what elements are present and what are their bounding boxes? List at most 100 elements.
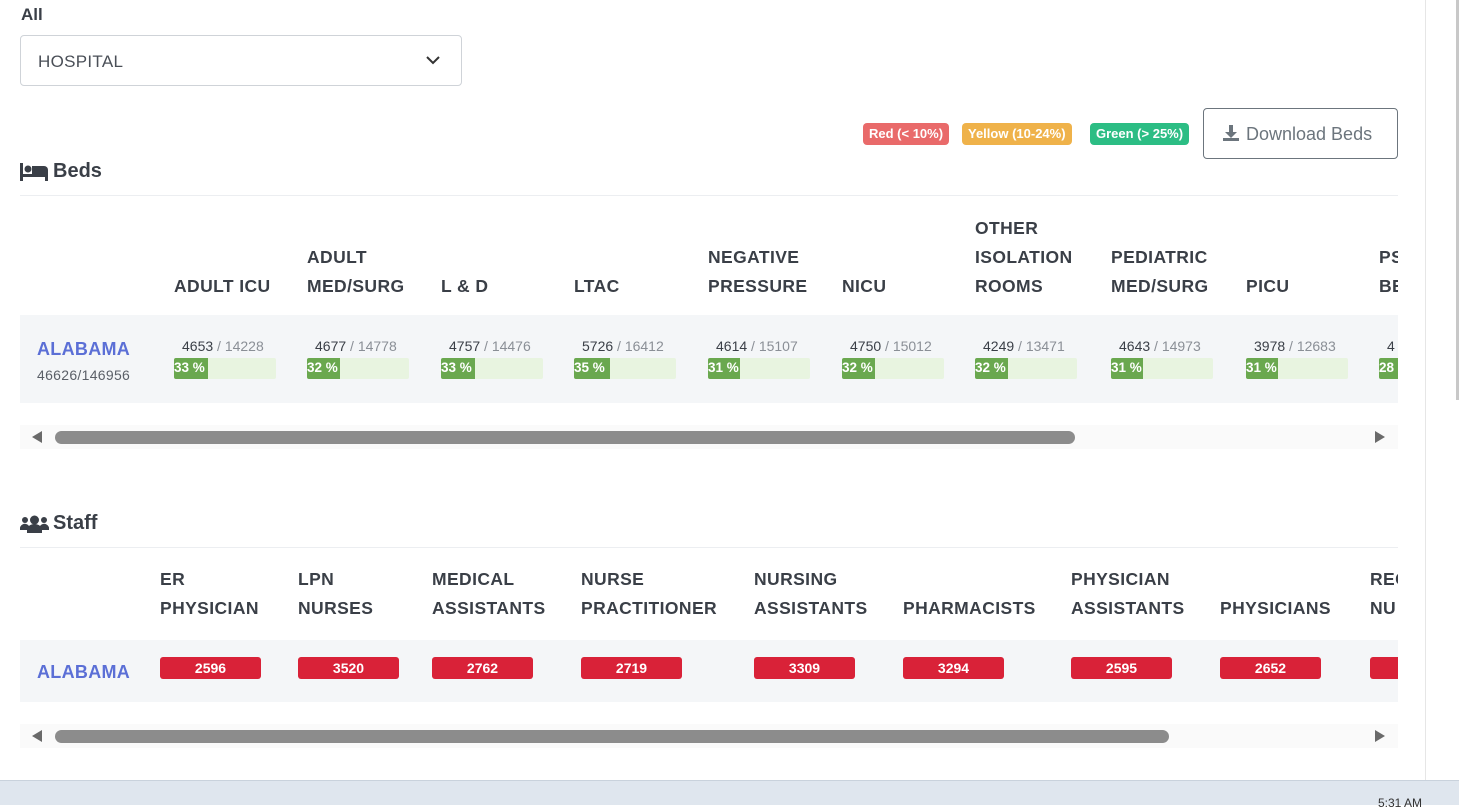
beds-column-header: NEGATIVE <box>708 247 800 267</box>
staff-column-header: NURSE <box>581 569 645 589</box>
users-icon <box>20 515 49 533</box>
staff-column-header: REG <box>1370 569 1398 589</box>
beds-available-count: 4677 <box>315 338 347 354</box>
beds-cell-counts: 4614 / 15107 <box>716 338 798 354</box>
beds-cell-counts: 4757 / 14476 <box>449 338 531 354</box>
staff-column-header: LPN <box>298 569 335 589</box>
staff-column-header: PHARMACISTS <box>903 598 1036 618</box>
beds-column-header: ISOLATION <box>975 247 1073 267</box>
beds-occupancy-percent: 31 % <box>708 360 739 375</box>
staff-count-badge: 3294 <box>903 657 1004 679</box>
staff-count-badge: 3309 <box>754 657 855 679</box>
page-vertical-scrollbar[interactable] <box>1425 0 1459 780</box>
staff-section-title: Staff <box>20 512 220 536</box>
beds-column-header: BE <box>1379 276 1398 296</box>
beds-available-count: 4 <box>1387 338 1395 354</box>
legend-red-badge: Red (< 10%) <box>863 123 950 145</box>
staff-column-header: PRACTITIONER <box>581 598 718 618</box>
dashboard-page: All HOSPITAL Red (< 10%) Yellow (10-24%)… <box>0 0 1425 780</box>
beds-cell-counts: 4 <box>1387 338 1395 354</box>
scroll-left-arrow-icon[interactable] <box>32 730 42 742</box>
beds-column-header: ADULT ICU <box>174 276 271 296</box>
beds-scrollbar-thumb[interactable] <box>55 431 1075 444</box>
staff-column-header: ER <box>160 569 186 589</box>
beds-occupancy-percent: 33 % <box>174 360 205 375</box>
beds-column-header: PS <box>1379 247 1398 267</box>
staff-column-header: NURSES <box>298 598 374 618</box>
staff-count-badge <box>1370 657 1398 679</box>
bed-icon <box>20 163 48 181</box>
beds-cell-counts: 4750 / 15012 <box>850 338 932 354</box>
beds-occupancy-bar: 33 % <box>441 358 543 379</box>
staff-column-header: PHYSICIAN <box>1071 569 1170 589</box>
beds-cell-counts: 3978 / 12683 <box>1254 338 1336 354</box>
beds-total-count: 16412 <box>624 338 664 354</box>
os-taskbar: 5:31 AM <box>0 780 1459 810</box>
beds-state-summary: 46626/146956 <box>37 367 131 383</box>
beds-available-count: 5726 <box>582 338 614 354</box>
staff-scrollbar-thumb[interactable] <box>55 730 1169 743</box>
beds-available-count: 4614 <box>716 338 748 354</box>
beds-table: ALABAMA 46626/146956 ADULT ICU ADULT MED/S… <box>20 210 1398 405</box>
beds-total-count: 14973 <box>1161 338 1201 354</box>
beds-occupancy-percent: 28 <box>1379 360 1395 375</box>
staff-count-badge: 3520 <box>298 657 399 679</box>
scroll-right-arrow-icon[interactable] <box>1375 431 1385 443</box>
beds-cell-counts: 4653 / 14228 <box>182 338 264 354</box>
staff-column-header: NU <box>1370 598 1397 618</box>
staff-count-badge: 2652 <box>1220 657 1321 679</box>
chevron-down-icon <box>426 56 440 65</box>
beds-occupancy-bar: 31 % <box>1246 358 1348 379</box>
download-beds-label: Download Beds <box>1246 124 1373 144</box>
beds-occupancy-percent: 32 % <box>975 360 1006 375</box>
staff-horizontal-scrollbar[interactable] <box>20 724 1398 748</box>
beds-horizontal-scrollbar[interactable] <box>20 425 1398 449</box>
beds-total-count: 13471 <box>1025 338 1065 354</box>
beds-occupancy-percent: 35 % <box>574 360 605 375</box>
beds-column-header: NICU <box>842 276 887 296</box>
staff-state-link[interactable]: ALABAMA <box>37 662 130 683</box>
beds-occupancy-percent: 32 % <box>307 360 338 375</box>
beds-section-title: Beds <box>20 160 220 184</box>
staff-count-badge: 2596 <box>160 657 261 679</box>
beds-available-count: 3978 <box>1254 338 1286 354</box>
beds-total-count: 14476 <box>491 338 531 354</box>
beds-column-header: MED/SURG <box>307 276 405 296</box>
beds-column-header: PICU <box>1246 276 1290 296</box>
beds-column-header: LTAC <box>574 276 620 296</box>
scroll-right-arrow-icon[interactable] <box>1375 730 1385 742</box>
beds-occupancy-bar: 32 % <box>975 358 1077 379</box>
beds-occupancy-bar: 28 <box>1379 358 1398 379</box>
beds-column-header: ROOMS <box>975 276 1044 296</box>
staff-title-text: Staff <box>53 512 98 534</box>
beds-divider <box>20 195 1398 196</box>
beds-total-count: 12683 <box>1296 338 1336 354</box>
beds-occupancy-bar: 32 % <box>307 358 409 379</box>
legend-green-badge: Green (> 25%) <box>1090 123 1190 145</box>
beds-column-header: MED/SURG <box>1111 276 1209 296</box>
staff-count-badge: 2595 <box>1071 657 1172 679</box>
beds-column-header: L & D <box>441 276 489 296</box>
scroll-left-arrow-icon[interactable] <box>32 431 42 443</box>
staff-column-header: ASSISTANTS <box>432 598 546 618</box>
beds-total-count: 14228 <box>224 338 264 354</box>
beds-cell-counts: 4249 / 13471 <box>983 338 1065 354</box>
staff-column-header: PHYSICIANS <box>1220 598 1331 618</box>
beds-available-count: 4757 <box>449 338 481 354</box>
staff-divider <box>20 547 1398 548</box>
beds-occupancy-percent: 31 % <box>1246 360 1277 375</box>
beds-occupancy-bar: 31 % <box>708 358 810 379</box>
beds-total-count: 15012 <box>892 338 932 354</box>
staff-table: ALABAMA ER PHYSICIAN LPN NURSES MEDICAL ASSIS… <box>20 560 1398 705</box>
beds-occupancy-bar: 35 % <box>574 358 676 379</box>
beds-cell-counts: 4643 / 14973 <box>1119 338 1201 354</box>
staff-column-header: ASSISTANTS <box>1071 598 1185 618</box>
facility-type-select[interactable]: HOSPITAL <box>20 35 462 86</box>
beds-available-count: 4653 <box>182 338 214 354</box>
staff-column-header: PHYSICIAN <box>160 598 259 618</box>
beds-state-link[interactable]: ALABAMA <box>37 339 130 360</box>
download-beds-button[interactable]: Download Beds <box>1203 108 1398 159</box>
beds-column-header: PRESSURE <box>708 276 808 296</box>
beds-available-count: 4750 <box>850 338 882 354</box>
beds-column-header: ADULT <box>307 247 367 267</box>
